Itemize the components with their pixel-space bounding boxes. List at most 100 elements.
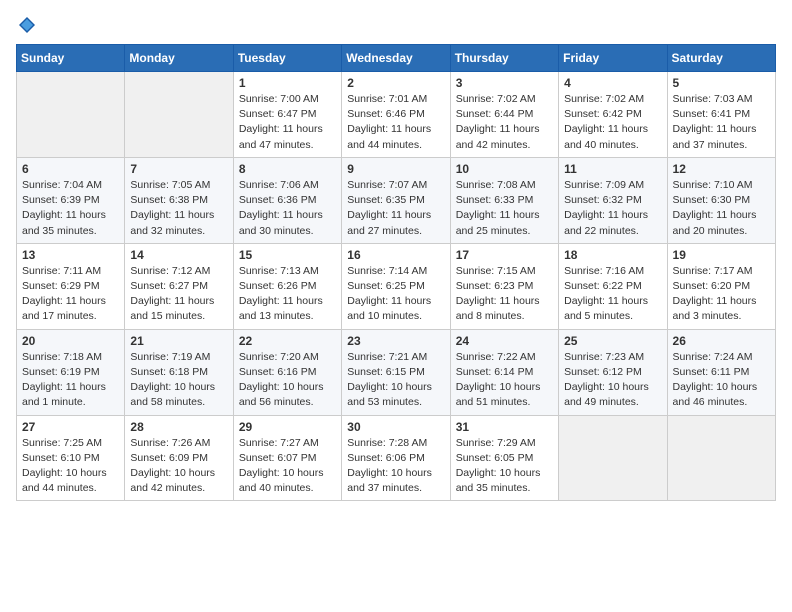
week-row-3: 13 Sunrise: 7:11 AMSunset: 6:29 PMDaylig… bbox=[17, 243, 776, 329]
week-row-2: 6 Sunrise: 7:04 AMSunset: 6:39 PMDayligh… bbox=[17, 157, 776, 243]
calendar-cell: 27 Sunrise: 7:25 AMSunset: 6:10 PMDaylig… bbox=[17, 415, 125, 501]
calendar-cell: 8 Sunrise: 7:06 AMSunset: 6:36 PMDayligh… bbox=[233, 157, 341, 243]
calendar-cell: 4 Sunrise: 7:02 AMSunset: 6:42 PMDayligh… bbox=[559, 72, 667, 158]
day-info: Sunrise: 7:13 AMSunset: 6:26 PMDaylight:… bbox=[239, 265, 323, 323]
weekday-header-saturday: Saturday bbox=[667, 45, 775, 72]
calendar-cell: 29 Sunrise: 7:27 AMSunset: 6:07 PMDaylig… bbox=[233, 415, 341, 501]
calendar-cell: 10 Sunrise: 7:08 AMSunset: 6:33 PMDaylig… bbox=[450, 157, 558, 243]
day-number: 7 bbox=[130, 162, 227, 176]
day-number: 11 bbox=[564, 162, 661, 176]
day-info: Sunrise: 7:12 AMSunset: 6:27 PMDaylight:… bbox=[130, 265, 214, 323]
day-info: Sunrise: 7:14 AMSunset: 6:25 PMDaylight:… bbox=[347, 265, 431, 323]
calendar-cell bbox=[559, 415, 667, 501]
day-info: Sunrise: 7:24 AMSunset: 6:11 PMDaylight:… bbox=[673, 351, 758, 409]
day-number: 13 bbox=[22, 248, 119, 262]
page-header bbox=[16, 16, 776, 34]
calendar-cell: 15 Sunrise: 7:13 AMSunset: 6:26 PMDaylig… bbox=[233, 243, 341, 329]
day-info: Sunrise: 7:16 AMSunset: 6:22 PMDaylight:… bbox=[564, 265, 648, 323]
day-number: 14 bbox=[130, 248, 227, 262]
calendar-cell: 20 Sunrise: 7:18 AMSunset: 6:19 PMDaylig… bbox=[17, 329, 125, 415]
day-info: Sunrise: 7:18 AMSunset: 6:19 PMDaylight:… bbox=[22, 351, 106, 409]
day-info: Sunrise: 7:10 AMSunset: 6:30 PMDaylight:… bbox=[673, 179, 757, 237]
day-number: 17 bbox=[456, 248, 553, 262]
weekday-header-monday: Monday bbox=[125, 45, 233, 72]
day-number: 28 bbox=[130, 420, 227, 434]
calendar-cell: 2 Sunrise: 7:01 AMSunset: 6:46 PMDayligh… bbox=[342, 72, 450, 158]
calendar-cell: 26 Sunrise: 7:24 AMSunset: 6:11 PMDaylig… bbox=[667, 329, 775, 415]
day-number: 15 bbox=[239, 248, 336, 262]
day-number: 22 bbox=[239, 334, 336, 348]
calendar-cell: 25 Sunrise: 7:23 AMSunset: 6:12 PMDaylig… bbox=[559, 329, 667, 415]
week-row-5: 27 Sunrise: 7:25 AMSunset: 6:10 PMDaylig… bbox=[17, 415, 776, 501]
day-number: 16 bbox=[347, 248, 444, 262]
day-number: 29 bbox=[239, 420, 336, 434]
calendar-cell: 28 Sunrise: 7:26 AMSunset: 6:09 PMDaylig… bbox=[125, 415, 233, 501]
calendar-cell: 17 Sunrise: 7:15 AMSunset: 6:23 PMDaylig… bbox=[450, 243, 558, 329]
day-info: Sunrise: 7:11 AMSunset: 6:29 PMDaylight:… bbox=[22, 265, 106, 323]
calendar-cell: 9 Sunrise: 7:07 AMSunset: 6:35 PMDayligh… bbox=[342, 157, 450, 243]
calendar-table: SundayMondayTuesdayWednesdayThursdayFrid… bbox=[16, 44, 776, 501]
day-number: 5 bbox=[673, 76, 770, 90]
day-number: 3 bbox=[456, 76, 553, 90]
day-number: 6 bbox=[22, 162, 119, 176]
day-number: 2 bbox=[347, 76, 444, 90]
calendar-cell: 16 Sunrise: 7:14 AMSunset: 6:25 PMDaylig… bbox=[342, 243, 450, 329]
day-number: 4 bbox=[564, 76, 661, 90]
day-info: Sunrise: 7:23 AMSunset: 6:12 PMDaylight:… bbox=[564, 351, 649, 409]
day-info: Sunrise: 7:19 AMSunset: 6:18 PMDaylight:… bbox=[130, 351, 215, 409]
day-info: Sunrise: 7:22 AMSunset: 6:14 PMDaylight:… bbox=[456, 351, 541, 409]
day-number: 24 bbox=[456, 334, 553, 348]
calendar-cell: 7 Sunrise: 7:05 AMSunset: 6:38 PMDayligh… bbox=[125, 157, 233, 243]
calendar-cell: 30 Sunrise: 7:28 AMSunset: 6:06 PMDaylig… bbox=[342, 415, 450, 501]
calendar-cell: 24 Sunrise: 7:22 AMSunset: 6:14 PMDaylig… bbox=[450, 329, 558, 415]
calendar-cell: 6 Sunrise: 7:04 AMSunset: 6:39 PMDayligh… bbox=[17, 157, 125, 243]
weekday-header-tuesday: Tuesday bbox=[233, 45, 341, 72]
calendar-cell: 14 Sunrise: 7:12 AMSunset: 6:27 PMDaylig… bbox=[125, 243, 233, 329]
day-info: Sunrise: 7:02 AMSunset: 6:44 PMDaylight:… bbox=[456, 93, 540, 151]
calendar-cell: 22 Sunrise: 7:20 AMSunset: 6:16 PMDaylig… bbox=[233, 329, 341, 415]
day-number: 27 bbox=[22, 420, 119, 434]
day-info: Sunrise: 7:02 AMSunset: 6:42 PMDaylight:… bbox=[564, 93, 648, 151]
day-info: Sunrise: 7:08 AMSunset: 6:33 PMDaylight:… bbox=[456, 179, 540, 237]
day-info: Sunrise: 7:20 AMSunset: 6:16 PMDaylight:… bbox=[239, 351, 324, 409]
weekday-header-thursday: Thursday bbox=[450, 45, 558, 72]
day-number: 12 bbox=[673, 162, 770, 176]
week-row-1: 1 Sunrise: 7:00 AMSunset: 6:47 PMDayligh… bbox=[17, 72, 776, 158]
day-info: Sunrise: 7:07 AMSunset: 6:35 PMDaylight:… bbox=[347, 179, 431, 237]
day-info: Sunrise: 7:27 AMSunset: 6:07 PMDaylight:… bbox=[239, 437, 324, 495]
calendar-cell bbox=[667, 415, 775, 501]
day-number: 30 bbox=[347, 420, 444, 434]
day-info: Sunrise: 7:05 AMSunset: 6:38 PMDaylight:… bbox=[130, 179, 214, 237]
calendar-cell: 1 Sunrise: 7:00 AMSunset: 6:47 PMDayligh… bbox=[233, 72, 341, 158]
weekday-header-sunday: Sunday bbox=[17, 45, 125, 72]
week-row-4: 20 Sunrise: 7:18 AMSunset: 6:19 PMDaylig… bbox=[17, 329, 776, 415]
day-info: Sunrise: 7:25 AMSunset: 6:10 PMDaylight:… bbox=[22, 437, 107, 495]
calendar-cell: 12 Sunrise: 7:10 AMSunset: 6:30 PMDaylig… bbox=[667, 157, 775, 243]
day-number: 8 bbox=[239, 162, 336, 176]
day-info: Sunrise: 7:00 AMSunset: 6:47 PMDaylight:… bbox=[239, 93, 323, 151]
calendar-cell: 18 Sunrise: 7:16 AMSunset: 6:22 PMDaylig… bbox=[559, 243, 667, 329]
day-number: 23 bbox=[347, 334, 444, 348]
calendar-cell: 11 Sunrise: 7:09 AMSunset: 6:32 PMDaylig… bbox=[559, 157, 667, 243]
day-info: Sunrise: 7:28 AMSunset: 6:06 PMDaylight:… bbox=[347, 437, 432, 495]
day-info: Sunrise: 7:26 AMSunset: 6:09 PMDaylight:… bbox=[130, 437, 215, 495]
day-info: Sunrise: 7:21 AMSunset: 6:15 PMDaylight:… bbox=[347, 351, 432, 409]
calendar-cell: 23 Sunrise: 7:21 AMSunset: 6:15 PMDaylig… bbox=[342, 329, 450, 415]
day-number: 10 bbox=[456, 162, 553, 176]
day-info: Sunrise: 7:29 AMSunset: 6:05 PMDaylight:… bbox=[456, 437, 541, 495]
day-number: 26 bbox=[673, 334, 770, 348]
day-info: Sunrise: 7:01 AMSunset: 6:46 PMDaylight:… bbox=[347, 93, 431, 151]
calendar-cell: 5 Sunrise: 7:03 AMSunset: 6:41 PMDayligh… bbox=[667, 72, 775, 158]
day-info: Sunrise: 7:17 AMSunset: 6:20 PMDaylight:… bbox=[673, 265, 757, 323]
calendar-cell: 31 Sunrise: 7:29 AMSunset: 6:05 PMDaylig… bbox=[450, 415, 558, 501]
day-number: 9 bbox=[347, 162, 444, 176]
day-number: 20 bbox=[22, 334, 119, 348]
weekday-header-row: SundayMondayTuesdayWednesdayThursdayFrid… bbox=[17, 45, 776, 72]
calendar-cell: 19 Sunrise: 7:17 AMSunset: 6:20 PMDaylig… bbox=[667, 243, 775, 329]
day-info: Sunrise: 7:03 AMSunset: 6:41 PMDaylight:… bbox=[673, 93, 757, 151]
calendar-cell: 13 Sunrise: 7:11 AMSunset: 6:29 PMDaylig… bbox=[17, 243, 125, 329]
day-number: 21 bbox=[130, 334, 227, 348]
calendar-cell bbox=[17, 72, 125, 158]
day-number: 1 bbox=[239, 76, 336, 90]
logo bbox=[16, 16, 36, 34]
